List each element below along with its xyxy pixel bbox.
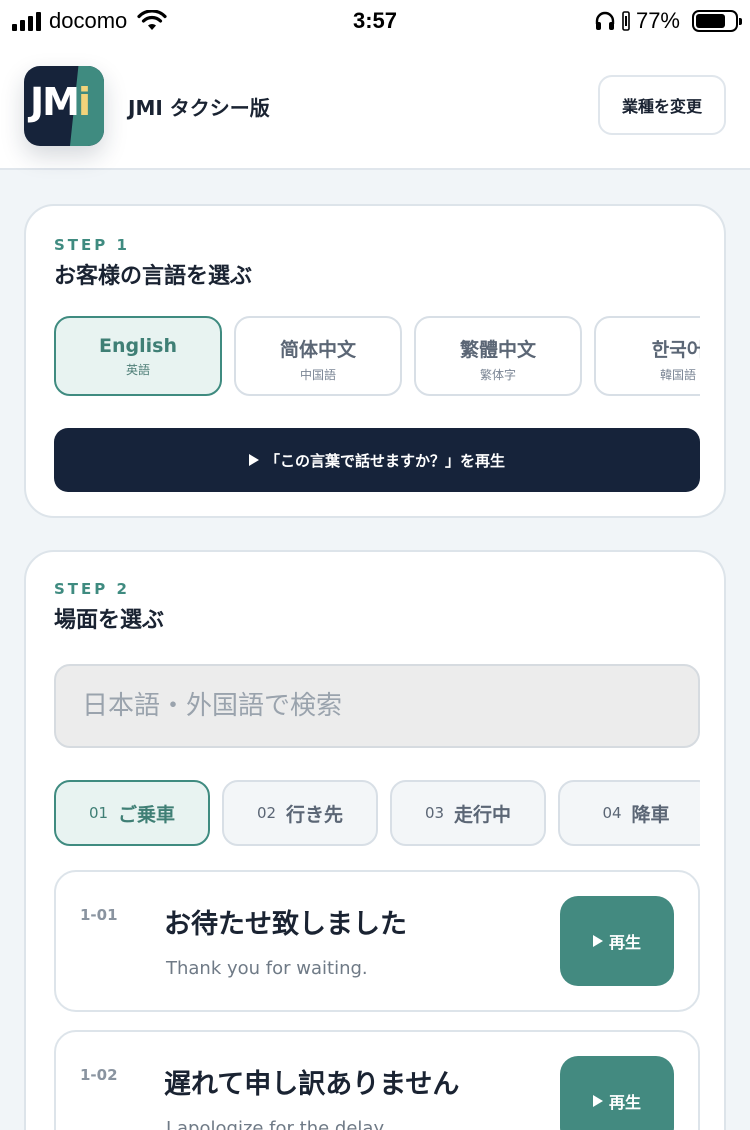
phrase-english: Thank you for waiting. xyxy=(166,958,368,979)
search-input[interactable]: 日本語・外国語で検索 xyxy=(54,664,700,748)
step-label: STEP 2 xyxy=(54,580,130,598)
scene-tab-destination[interactable]: 02 行き先 xyxy=(222,780,378,846)
language-option-english[interactable]: English 英語 xyxy=(54,316,222,396)
phrase-english: I apologize for the delay. xyxy=(166,1118,388,1130)
phrase-card[interactable]: 1-01 お待たせ致しました Thank you for waiting. 再生 xyxy=(54,870,700,1012)
scene-tab-boarding[interactable]: 01 ご乗車 xyxy=(54,780,210,846)
language-option-korean[interactable]: 한국어 韓国語 xyxy=(594,316,700,396)
play-icon xyxy=(248,454,259,466)
app-header: JMi JMI タクシー版 業種を変更 xyxy=(0,42,750,170)
scene-tab-alighting[interactable]: 04 降車 xyxy=(558,780,700,846)
scene-tab-driving[interactable]: 03 走行中 xyxy=(390,780,546,846)
phrase-id: 1-01 xyxy=(80,906,118,924)
play-phrase-button[interactable]: 再生 xyxy=(560,1056,674,1130)
change-industry-button[interactable]: 業種を変更 xyxy=(598,75,726,135)
language-select-card: STEP 1 お客様の言語を選ぶ English 英語 简体中文 中国語 繁體中… xyxy=(24,204,726,518)
status-right: 77% xyxy=(594,8,742,34)
headphones-icon xyxy=(595,11,615,30)
language-options: English 英語 简体中文 中国語 繁體中文 繁体字 한국어 韓国語 xyxy=(54,316,700,400)
app-logo: JMi xyxy=(24,66,104,146)
play-question-button[interactable]: 「この言葉で話せますか？」を再生 xyxy=(54,428,700,492)
phrase-card[interactable]: 1-02 遅れて申し訳ありません I apologize for the del… xyxy=(54,1030,700,1130)
scene-select-card: STEP 2 場面を選ぶ 日本語・外国語で検索 01 ご乗車 02 行き先 03… xyxy=(24,550,726,1130)
step-title: 場面を選ぶ xyxy=(54,608,165,633)
step-title: お客様の言語を選ぶ xyxy=(54,264,253,289)
phrase-japanese: お待たせ致しました xyxy=(164,909,407,940)
battery-percent: 77% xyxy=(635,8,680,33)
orientation-lock-icon xyxy=(622,11,630,31)
phrase-japanese: 遅れて申し訳ありません xyxy=(164,1069,460,1100)
language-option-simplified-chinese[interactable]: 简体中文 中国語 xyxy=(234,316,402,396)
scene-tabs: 01 ご乗車 02 行き先 03 走行中 04 降車 xyxy=(54,780,700,848)
language-option-traditional-chinese[interactable]: 繁體中文 繁体字 xyxy=(414,316,582,396)
status-bar: docomo 3:57 77% xyxy=(0,0,750,42)
play-icon xyxy=(592,935,603,947)
step-label: STEP 1 xyxy=(54,236,130,254)
app-title: JMI タクシー版 xyxy=(128,96,270,120)
play-phrase-button[interactable]: 再生 xyxy=(560,896,674,986)
play-icon xyxy=(592,1095,603,1107)
phrase-id: 1-02 xyxy=(80,1066,118,1084)
battery-icon xyxy=(692,10,742,32)
